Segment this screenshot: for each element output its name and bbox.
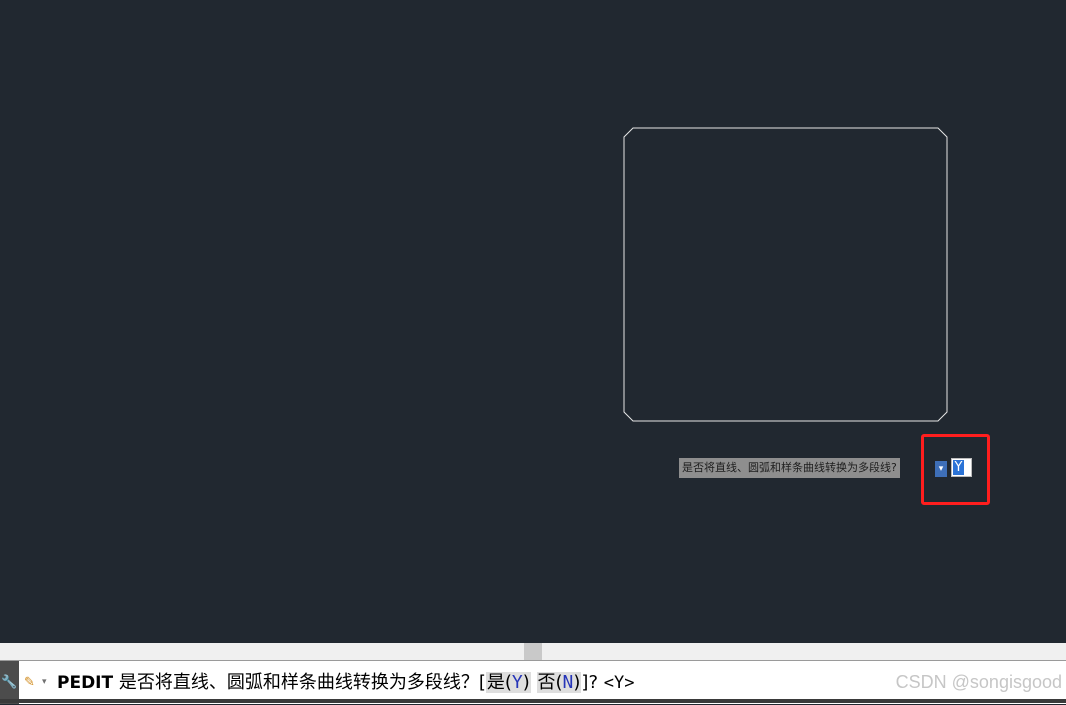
horizontal-scrollbar[interactable] xyxy=(0,643,1066,660)
dynamic-input-prompt: 是否将直线、圆弧和样条曲线转换为多段线? xyxy=(679,458,900,478)
command-name: PEDIT xyxy=(57,673,114,693)
chevron-down-icon[interactable]: ▾ xyxy=(42,661,47,704)
command-line[interactable]: 🔧 ✎ ▾ PEDIT 是否将直线、圆弧和样条曲线转换为多段线？[是(Y) 否(… xyxy=(0,660,1066,704)
drawing-area[interactable] xyxy=(0,0,1066,643)
option-no[interactable]: 否(N) xyxy=(536,672,582,693)
highlight-box xyxy=(921,434,990,505)
command-suffix: ]? xyxy=(581,672,598,693)
status-strip xyxy=(0,699,1066,703)
rectangle-polyline[interactable] xyxy=(623,127,948,422)
option-yes[interactable]: 是(Y) xyxy=(485,672,531,693)
drawing-canvas[interactable]: 是否将直线、圆弧和样条曲线转换为多段线? ▾ Y xyxy=(0,0,1066,643)
watermark: CSDN @songisgood xyxy=(895,672,1062,692)
scrollbar-thumb[interactable] xyxy=(524,643,542,660)
command-question: 是否将直线、圆弧和样条曲线转换为多段线？[ xyxy=(118,672,486,693)
wrench-icon[interactable]: 🔧 xyxy=(0,661,19,704)
default-value: <Y> xyxy=(603,673,635,693)
pencil-icon[interactable]: ✎ xyxy=(24,661,35,704)
